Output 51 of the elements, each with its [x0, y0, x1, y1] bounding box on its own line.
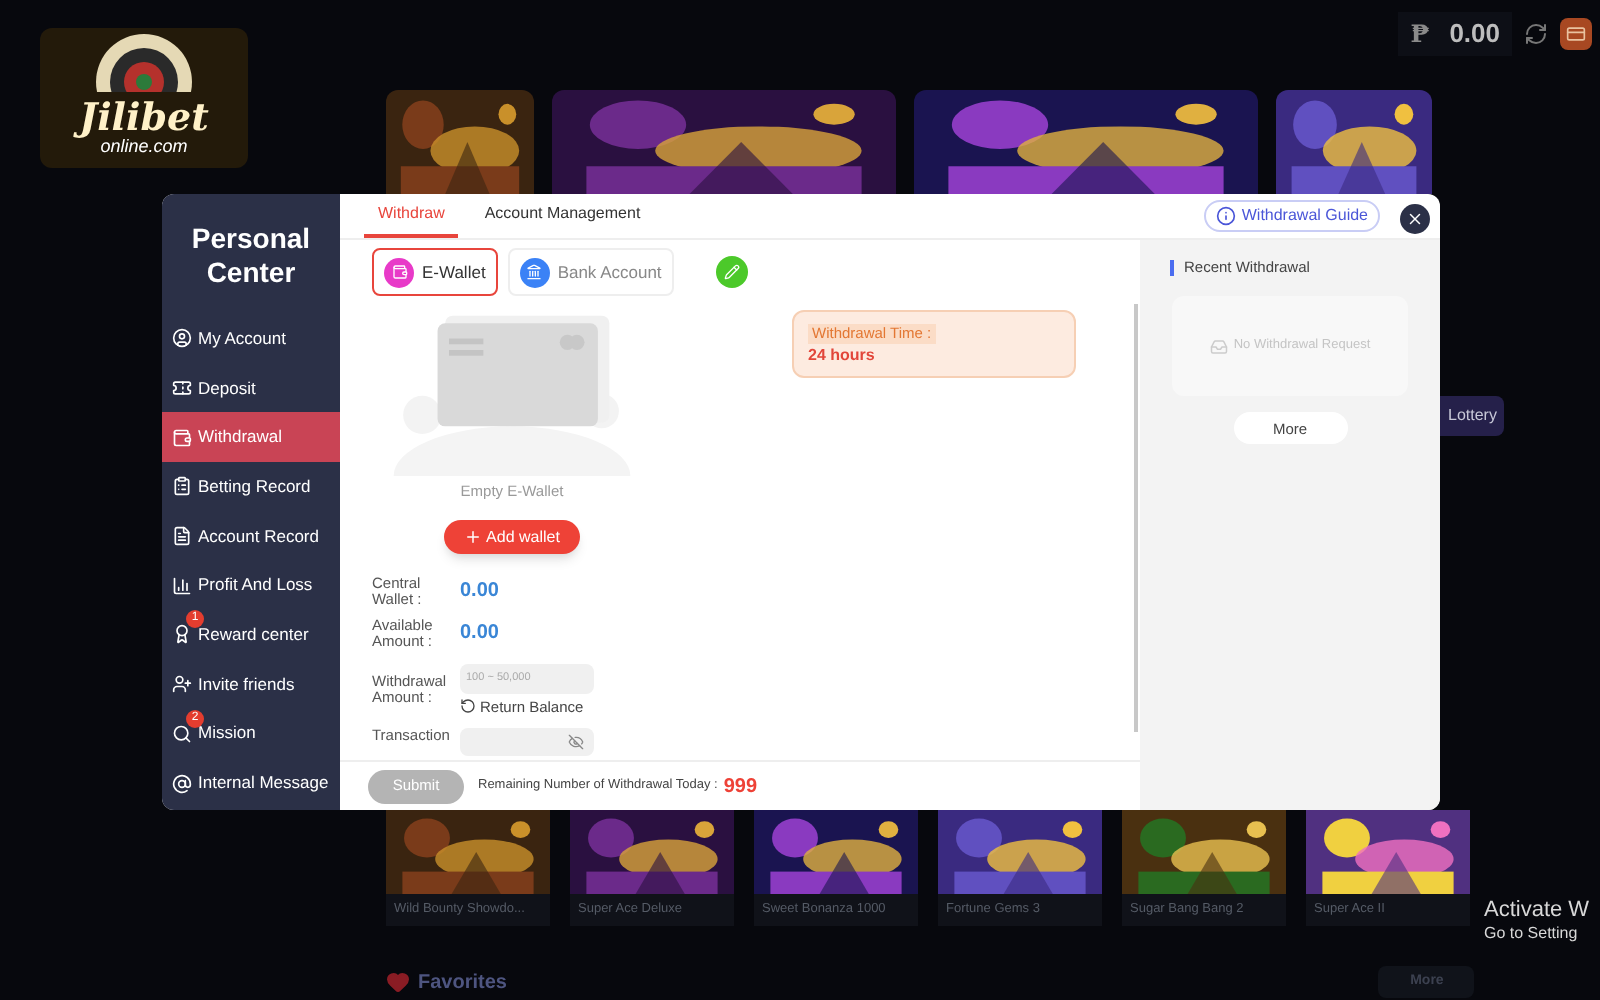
activation-subtitle: Go to Setting	[1484, 924, 1580, 944]
logo[interactable]: Jilibet online.com	[40, 28, 248, 168]
wallet-type-button[interactable]: Bank Account	[507, 248, 674, 296]
menu-icon	[172, 773, 192, 794]
menu-icon	[172, 378, 192, 399]
wallet-type-button[interactable]: E-Wallet	[372, 248, 498, 296]
bank-icon	[526, 264, 543, 280]
heart-icon	[386, 970, 410, 994]
close-icon	[1406, 209, 1424, 227]
balance-amount: 0.00	[1449, 16, 1500, 53]
menu-item[interactable]: My Account	[162, 314, 340, 364]
menu-item[interactable]: Internal Message	[162, 758, 340, 808]
amount-value: 0.00	[460, 620, 499, 649]
menu-item[interactable]: Profit And Loss	[162, 560, 340, 611]
dartboard-icon	[94, 32, 194, 92]
menu-icon	[172, 427, 192, 448]
sidebar-title: Personal Center	[189, 220, 313, 292]
refresh-icon	[460, 698, 476, 715]
logo-domain: online.com	[100, 138, 188, 156]
notice-value: 24 hours	[808, 344, 875, 366]
menu-icon	[172, 624, 192, 645]
wallet-icon[interactable]	[1560, 18, 1592, 50]
plus-icon	[464, 528, 483, 547]
menu-icon	[172, 723, 192, 744]
favorites-title: Favorites	[418, 969, 507, 997]
menu-item[interactable]: Withdrawal	[162, 412, 340, 463]
menu-icon	[172, 674, 192, 695]
activation-title: Activate W	[1484, 896, 1590, 924]
tab[interactable]: Account Management	[470, 194, 655, 238]
menu-item[interactable]: Invite friends	[162, 659, 340, 709]
menu-icon	[172, 476, 192, 497]
password-field[interactable]	[460, 728, 594, 757]
menu-item[interactable]: Account Record	[162, 511, 340, 561]
menu-icon	[172, 328, 192, 349]
add-wallet-button[interactable]: Add wallet	[444, 520, 580, 555]
menu-item[interactable]: Deposit	[162, 363, 340, 413]
hidden-eye-icon	[568, 734, 584, 751]
refresh-icon[interactable]	[1524, 22, 1548, 46]
remaining-count: 999	[723, 773, 758, 801]
menu-icon	[172, 526, 192, 547]
guide-button[interactable]: Withdrawal Guide	[1203, 200, 1380, 232]
menu-icon	[172, 575, 192, 596]
close-button[interactable]	[1400, 203, 1430, 233]
amount-value: 0.00	[460, 578, 499, 607]
inbox-icon	[1209, 337, 1228, 356]
lottery-button[interactable]: Lottery	[1440, 396, 1505, 436]
tab[interactable]: Withdraw	[364, 194, 459, 238]
info-icon	[1215, 206, 1236, 226]
wallet-icon	[391, 264, 407, 280]
menu-item[interactable]: Betting Record	[162, 462, 340, 512]
currency-symbol: ₱	[1410, 18, 1430, 52]
